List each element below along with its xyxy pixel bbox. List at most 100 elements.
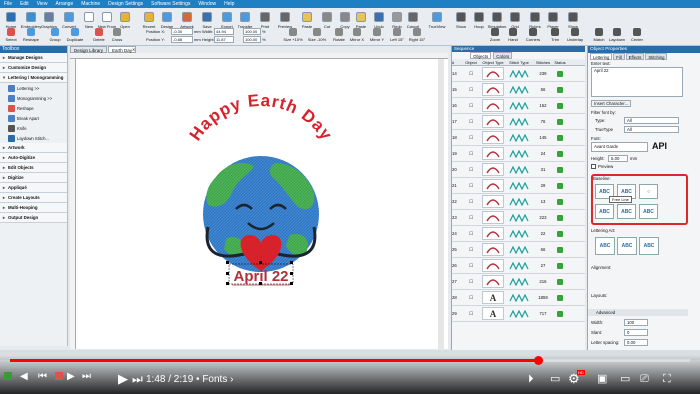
sequence-row[interactable]: 29 ☐ A 717: [452, 306, 585, 322]
tool-button-select[interactable]: Select: [2, 27, 20, 45]
tool-button-trim[interactable]: Trim: [546, 27, 564, 45]
tool-button-duplicate[interactable]: Duplicate: [66, 27, 84, 45]
row-object-checkbox[interactable]: ☐: [462, 135, 480, 141]
row-object-checkbox[interactable]: ☐: [462, 231, 480, 237]
handle-bottom-center[interactable]: [259, 282, 262, 285]
row-object-checkbox[interactable]: ☐: [462, 71, 480, 77]
tool-button-rotate[interactable]: Rotate: [330, 27, 348, 45]
tool-button-mirror-y[interactable]: Mirror Y: [368, 27, 386, 45]
insert-character-button[interactable]: Insert Character...: [591, 100, 631, 107]
tool-button-mirror-x[interactable]: Mirror X: [348, 27, 366, 45]
toolbox-section-digitize[interactable]: ▸ Digitize: [0, 173, 67, 183]
toolbox-section-output-design[interactable]: ▸ Output Design: [0, 213, 67, 223]
start-icon[interactable]: [4, 372, 12, 380]
row-object-checkbox[interactable]: ☐: [462, 311, 480, 317]
toolbox-item-laydown-stitch-[interactable]: Laydown Stitch...: [0, 133, 67, 143]
toolbox-section-manage-designs[interactable]: ▸ Manage Designs: [0, 53, 67, 63]
sequence-row[interactable]: 20 ☐ 31: [452, 162, 585, 178]
preview-checkbox[interactable]: [591, 164, 596, 169]
tool-button-zoom[interactable]: Zoom: [486, 27, 504, 45]
tool-button-corners[interactable]: Corners: [524, 27, 542, 45]
toolbox-item-knife[interactable]: Knife: [0, 123, 67, 133]
toolbox-item-monogramming-[interactable]: Monogramming >>: [0, 93, 67, 103]
tab-colors[interactable]: Colors: [493, 52, 513, 59]
position-x-field[interactable]: -0.30: [171, 28, 193, 35]
sequence-row[interactable]: 16 ☐ 152: [452, 98, 585, 114]
tool-button-size-10-[interactable]: Size +10%: [283, 27, 303, 45]
tool-button-delete[interactable]: Delete: [90, 27, 108, 45]
sequence-row[interactable]: 23 ☐ 223: [452, 210, 585, 226]
theater-icon[interactable]: ▭: [620, 372, 630, 386]
handle-top-right[interactable]: [290, 261, 293, 264]
scale-x-field[interactable]: 100.00: [243, 28, 261, 35]
tool-button-reshape[interactable]: Reshape: [22, 27, 40, 45]
menu-design-settings[interactable]: Design Settings: [108, 1, 143, 7]
sequence-row[interactable]: 24 ☐ 22: [452, 226, 585, 242]
slant-field[interactable]: 0: [624, 329, 648, 336]
toolbox-section-lettering-monogramming[interactable]: ▾ Lettering / Monogramming: [0, 73, 67, 83]
height-prop-field[interactable]: 5.00: [608, 155, 628, 162]
row-object-checkbox[interactable]: ☐: [462, 263, 480, 269]
width-field[interactable]: 44.94: [214, 28, 234, 35]
row-object-checkbox[interactable]: ☐: [462, 215, 480, 221]
canvas-vertical-scrollbar[interactable]: [438, 59, 444, 349]
toolbox-item-reshape[interactable]: Reshape: [0, 103, 67, 113]
tool-button-cross[interactable]: Cross: [108, 27, 126, 45]
taskbar-rewind-icon[interactable]: ⏮: [38, 371, 47, 382]
play-icon[interactable]: ▶: [118, 372, 128, 386]
fullscreen-icon[interactable]: ⛶: [663, 372, 671, 386]
tool-button-group[interactable]: Group: [46, 27, 64, 45]
miniplayer-icon[interactable]: ▣: [597, 372, 607, 386]
lettering-art-2[interactable]: ABC: [617, 237, 637, 255]
sequence-row[interactable]: 18 ☐ 145: [452, 130, 585, 146]
next-icon[interactable]: ⏭: [132, 372, 143, 386]
taskbar-next-icon[interactable]: ⏭: [82, 371, 91, 382]
menu-edit[interactable]: Edit: [20, 1, 29, 7]
handle-top-center[interactable]: [259, 261, 262, 264]
tool-button-left-15-[interactable]: Left 15°: [388, 27, 406, 45]
type-select[interactable]: All: [624, 117, 679, 124]
tab-objects[interactable]: Objects: [470, 52, 492, 59]
sequence-row[interactable]: 17 ☐ 76: [452, 114, 585, 130]
sequence-row[interactable]: 26 ☐ 27: [452, 258, 585, 274]
sequence-row[interactable]: 22 ☐ 13: [452, 194, 585, 210]
toolbox-section-edit-objects[interactable]: ▸ Edit Objects: [0, 163, 67, 173]
toolbox-item-break-apart[interactable]: Break Apart: [0, 113, 67, 123]
menu-machine[interactable]: Machine: [81, 1, 100, 7]
position-y-field[interactable]: -0.88: [171, 36, 193, 43]
video-chapter[interactable]: Fonts: [202, 374, 227, 385]
handle-middle-right[interactable]: [290, 272, 293, 275]
row-object-checkbox[interactable]: ☐: [462, 295, 480, 301]
video-progress-bar[interactable]: [10, 356, 690, 365]
lettering-text-input[interactable]: April 22: [591, 67, 683, 97]
truetype-select[interactable]: All: [624, 126, 679, 133]
sequence-row[interactable]: 28 ☐ A 1859: [452, 290, 585, 306]
toolbox-section-create-layouts[interactable]: ▸ Create Layouts: [0, 193, 67, 203]
toolbox-section-multi-hooping[interactable]: ▸ Multi-Hooping: [0, 203, 67, 213]
row-object-checkbox[interactable]: ☐: [462, 103, 480, 109]
sequence-row[interactable]: 27 ☐ 216: [452, 274, 585, 290]
menu-software-settings[interactable]: Software Settings: [151, 1, 190, 7]
tool-button-match[interactable]: Match: [590, 27, 608, 45]
tool-button-underlay[interactable]: Underlay: [566, 27, 584, 45]
design-title-arc[interactable]: Happy Earth Day: [186, 91, 337, 144]
toolbox-section-appliqu-[interactable]: ▸ Appliqué: [0, 183, 67, 193]
height-field[interactable]: 11.87: [214, 36, 234, 43]
scale-y-field[interactable]: 100.00: [243, 36, 261, 43]
menu-help[interactable]: Help: [224, 1, 234, 7]
tab-effects[interactable]: Effects: [625, 53, 645, 60]
sequence-row[interactable]: 15 ☐ 56: [452, 82, 585, 98]
row-object-checkbox[interactable]: ☐: [462, 167, 480, 173]
tool-button-center[interactable]: Center: [628, 27, 646, 45]
row-object-checkbox[interactable]: ☐: [462, 151, 480, 157]
menu-file[interactable]: File: [4, 1, 12, 7]
advanced-section[interactable]: Advanced: [588, 309, 688, 316]
taskbar-play-icon[interactable]: ▶: [67, 371, 75, 382]
tab-stitching[interactable]: Stitching: [645, 53, 668, 60]
tab-design-library[interactable]: Design Library: [70, 46, 108, 53]
tab-fill[interactable]: Fill: [613, 53, 625, 60]
row-object-checkbox[interactable]: ☐: [462, 199, 480, 205]
row-object-checkbox[interactable]: ☐: [462, 119, 480, 125]
row-object-checkbox[interactable]: ☐: [462, 279, 480, 285]
toolbox-section-auto-digitize[interactable]: ▸ Auto-Digitize: [0, 153, 67, 163]
